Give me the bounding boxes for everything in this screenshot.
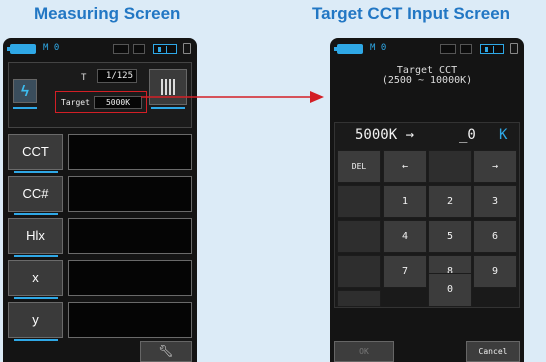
y-button[interactable]: y bbox=[8, 302, 63, 338]
numeric-keypad: 5000K → _0 K DEL ← → 1 2 3 4 5 6 7 8 9 0 bbox=[334, 122, 520, 308]
key-3[interactable]: 3 bbox=[473, 185, 517, 218]
cct-prompt: Target CCT (2500 ~ 10000K) bbox=[330, 66, 524, 86]
key-7[interactable]: 7 bbox=[383, 255, 427, 288]
button-underline bbox=[14, 255, 58, 257]
new-target-input[interactable]: _0 bbox=[459, 127, 476, 143]
target-value: 5000K bbox=[94, 96, 142, 109]
key-2[interactable]: 2 bbox=[428, 185, 472, 218]
key-5[interactable]: 5 bbox=[428, 220, 472, 253]
flash-mode-button[interactable]: ϟ bbox=[13, 79, 37, 103]
blank-key bbox=[428, 150, 472, 183]
key-9[interactable]: 9 bbox=[473, 255, 517, 288]
measurement-row-x: x bbox=[8, 260, 192, 300]
status-indicator bbox=[460, 44, 472, 54]
key-6[interactable]: 6 bbox=[473, 220, 517, 253]
cct-button[interactable]: CCT bbox=[8, 134, 63, 170]
blank-key bbox=[337, 290, 381, 307]
target-cct-input-screen: M 0 Target CCT (2500 ~ 10000K) 5000K → _… bbox=[330, 38, 524, 362]
entry-display: 5000K → _0 K bbox=[335, 123, 519, 149]
measurement-row-cct: CCT bbox=[8, 134, 192, 174]
button-underline bbox=[14, 297, 58, 299]
blank-key bbox=[337, 255, 381, 288]
lightning-bolt-icon: ϟ bbox=[21, 82, 29, 100]
exposure-info-panel: ϟ T 1/125 Target 5000K bbox=[8, 62, 192, 128]
blank-key bbox=[337, 220, 381, 253]
cc-button[interactable]: CC# bbox=[8, 176, 63, 212]
measurement-row-y: y bbox=[8, 302, 192, 342]
unit-label: K bbox=[499, 127, 508, 143]
target-cct-field[interactable]: Target 5000K bbox=[55, 91, 147, 113]
x-value-display bbox=[68, 260, 192, 296]
blank-key bbox=[337, 185, 381, 218]
shutter-label: T bbox=[81, 73, 87, 83]
memory-icon bbox=[183, 43, 191, 54]
target-cct-heading: Target CCT Input Screen bbox=[312, 4, 511, 23]
measurement-row-hlx: Hlx bbox=[8, 218, 192, 258]
button-underline bbox=[14, 339, 58, 341]
cursor-left-key[interactable]: ← bbox=[383, 150, 427, 183]
status-bar: M 0 bbox=[330, 38, 524, 60]
delete-key[interactable]: DEL bbox=[337, 150, 381, 183]
target-label: Target bbox=[61, 98, 90, 107]
current-target-value: 5000K → bbox=[355, 127, 415, 143]
key-1[interactable]: 1 bbox=[383, 185, 427, 218]
status-indicator bbox=[440, 44, 456, 54]
cancel-button[interactable]: Cancel bbox=[466, 341, 520, 362]
grid-icon[interactable] bbox=[149, 69, 187, 105]
cc-value-display bbox=[68, 176, 192, 212]
hlx-button[interactable]: Hlx bbox=[8, 218, 63, 254]
button-underline bbox=[151, 107, 185, 109]
measuring-screen: M 0 ϟ T 1/125 Target 5000K CCT CC# Hlx x bbox=[3, 38, 197, 362]
cursor-right-key[interactable]: → bbox=[473, 150, 517, 183]
settings-button[interactable]: 🔧︎ bbox=[140, 341, 192, 362]
measuring-screen-heading: Measuring Screen bbox=[34, 4, 181, 23]
status-bar: M 0 bbox=[3, 38, 197, 60]
measurement-row-cc: CC# bbox=[8, 176, 192, 216]
button-underline bbox=[14, 171, 58, 173]
hlx-value-display bbox=[68, 218, 192, 254]
key-4[interactable]: 4 bbox=[383, 220, 427, 253]
key-0[interactable]: 0 bbox=[428, 273, 472, 307]
y-value-display bbox=[68, 302, 192, 338]
x-button[interactable]: x bbox=[8, 260, 63, 296]
battery-icon bbox=[334, 44, 363, 54]
mode-indicator: M 0 bbox=[370, 43, 387, 53]
button-underline bbox=[13, 107, 37, 109]
button-underline bbox=[14, 213, 58, 215]
cct-value-display bbox=[68, 134, 192, 170]
prompt-range: (2500 ~ 10000K) bbox=[381, 75, 473, 86]
wrench-icon: 🔧︎ bbox=[158, 344, 174, 358]
status-indicator bbox=[133, 44, 145, 54]
ok-button[interactable]: OK bbox=[334, 341, 394, 362]
mode-indicator: M 0 bbox=[43, 43, 60, 53]
signal-icon bbox=[153, 44, 177, 54]
shutter-value: 1/125 bbox=[97, 69, 137, 83]
status-indicator bbox=[113, 44, 129, 54]
battery-icon bbox=[7, 44, 36, 54]
memory-icon bbox=[510, 43, 518, 54]
signal-icon bbox=[480, 44, 504, 54]
